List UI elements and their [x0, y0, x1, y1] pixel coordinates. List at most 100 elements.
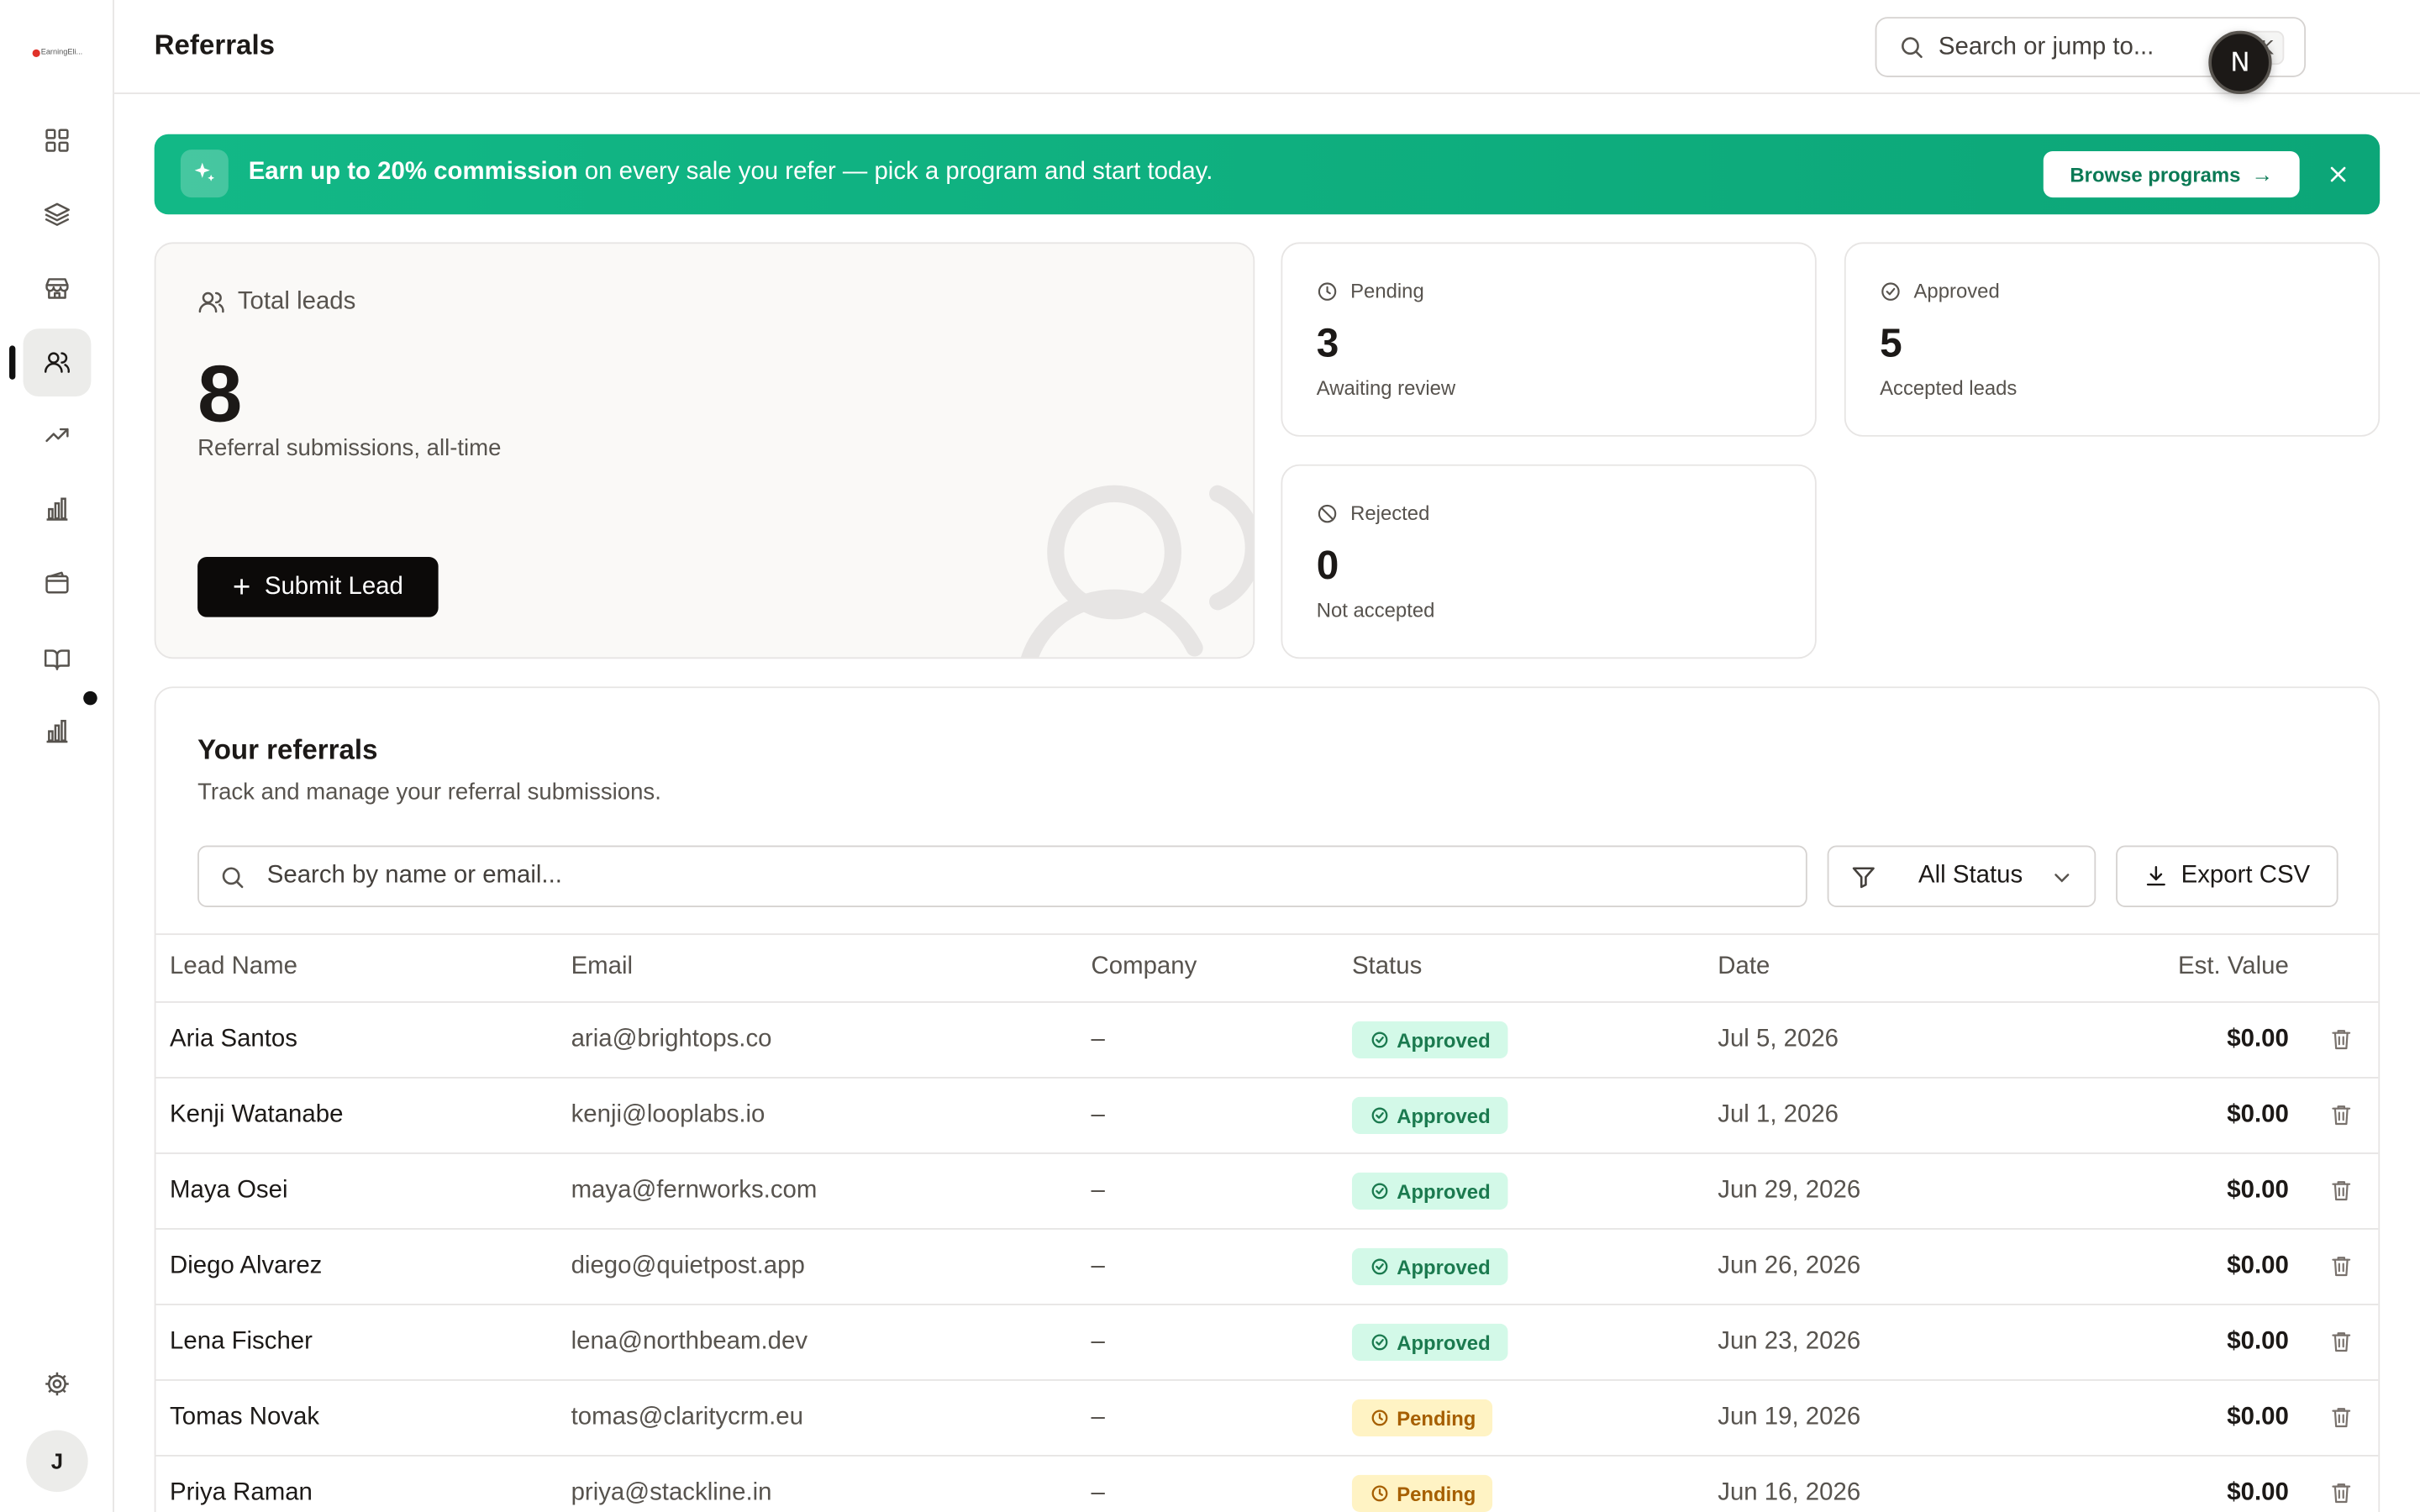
check-circle-icon — [1881, 281, 1900, 300]
status-badge-label: Approved — [1397, 1255, 1491, 1278]
trash-icon[interactable] — [2329, 1404, 2354, 1430]
sidebar-item-docs[interactable] — [24, 625, 92, 693]
check-circle-icon — [1371, 1032, 1388, 1048]
pending-label: Pending — [1317, 279, 1424, 302]
search-icon — [1902, 37, 1923, 59]
status-badge-label: Approved — [1397, 1331, 1491, 1354]
banner-message: Earn up to 20% commission on every sale … — [249, 159, 1213, 186]
status-filter-select[interactable]: All Status — [1827, 845, 2096, 907]
lead-company: – — [1091, 1177, 1105, 1204]
lead-est-value: $0.00 — [2227, 1026, 2289, 1053]
total-leads-card: Total leads 8 Referral submissions, all-… — [154, 242, 1255, 659]
total-leads-value: 8 — [197, 349, 243, 440]
lead-name: Maya Osei — [170, 1177, 288, 1204]
table-row[interactable]: Aria Santos aria@brightops.co – Approved Jul… — [155, 1003, 2379, 1079]
lead-company: – — [1091, 1101, 1105, 1128]
store-icon — [45, 278, 69, 299]
table-row[interactable]: Tomas Novak tomas@claritycrm.eu – Pending Ju… — [155, 1381, 2379, 1457]
pending-subtitle: Awaiting review — [1316, 376, 1456, 400]
column-header-date[interactable]: Date — [1718, 953, 1770, 981]
browse-programs-button[interactable]: Browse programs → — [2043, 150, 2300, 198]
status-badge: Approved — [1351, 1096, 1507, 1134]
brand-logo[interactable]: EarningEli... — [22, 37, 92, 68]
trash-icon[interactable] — [2329, 1177, 2354, 1203]
table-row[interactable]: Kenji Watanabe kenji@looplabs.io – Approved… — [155, 1079, 2379, 1154]
check-circle-icon — [1371, 1258, 1388, 1275]
table-row[interactable]: Diego Alvarez diego@quietpost.app – Approve… — [155, 1230, 2379, 1305]
lead-company: – — [1091, 1252, 1105, 1279]
account-avatar[interactable]: N — [2208, 30, 2272, 95]
trash-icon[interactable] — [2329, 1479, 2354, 1505]
status-badge: Approved — [1351, 1323, 1507, 1361]
page-title: Referrals — [154, 29, 276, 60]
referral-search-placeholder: Search by name or email... — [266, 862, 562, 889]
column-header-est-value[interactable]: Est. Value — [2178, 953, 2289, 981]
column-header-company[interactable]: Company — [1092, 953, 1197, 981]
user-avatar[interactable]: J — [26, 1430, 88, 1493]
sidebar-item-store[interactable] — [24, 255, 92, 323]
rejected-value: 0 — [1316, 541, 1339, 588]
users-watermark-icon — [1020, 485, 1254, 658]
wallet-icon — [45, 571, 69, 594]
status-badge: Approved — [1351, 1172, 1507, 1210]
lead-date: Jun 29, 2026 — [1718, 1177, 1861, 1204]
trash-icon[interactable] — [2329, 1328, 2354, 1354]
table-header: Lead Name Email Company Status Date Est.… — [155, 933, 2379, 1003]
promo-banner: Earn up to 20% commission on every sale … — [154, 134, 2381, 215]
lead-email: maya@fernworks.com — [571, 1177, 818, 1204]
status-badge-label: Approved — [1397, 1179, 1491, 1203]
column-header-status[interactable]: Status — [1352, 953, 1422, 981]
column-header-email[interactable]: Email — [571, 953, 633, 981]
active-indicator — [9, 345, 16, 380]
lead-date: Jun 16, 2026 — [1718, 1479, 1861, 1506]
sidebar-item-layers[interactable] — [24, 181, 92, 249]
lead-company: – — [1091, 1026, 1105, 1053]
sidebar-item-reports[interactable] — [24, 697, 92, 765]
trending-up-icon — [45, 428, 69, 443]
lead-name: Tomas Novak — [170, 1404, 320, 1431]
approved-label: Approved — [1880, 279, 2000, 302]
filter-icon — [1852, 867, 1875, 889]
lead-company: – — [1091, 1479, 1105, 1506]
sidebar-item-wallet[interactable] — [24, 549, 92, 617]
rejected-card: Rejected 0 Not accepted — [1281, 464, 1817, 659]
rejected-label: Rejected — [1317, 501, 1429, 524]
sidebar-item-analytics[interactable] — [24, 475, 92, 543]
trash-icon[interactable] — [2329, 1101, 2354, 1127]
status-badge-label: Pending — [1397, 1482, 1476, 1505]
close-icon[interactable] — [2321, 157, 2354, 191]
pending-value: 3 — [1316, 319, 1339, 366]
sidebar-item-referrals[interactable] — [23, 328, 92, 397]
check-circle-icon — [1371, 1334, 1388, 1351]
submit-lead-button[interactable]: + Submit Lead — [197, 557, 439, 617]
column-header-lead-name[interactable]: Lead Name — [170, 953, 297, 981]
table-row[interactable]: Lena Fischer lena@northbeam.dev – Approved J… — [155, 1305, 2379, 1381]
status-badge-label: Pending — [1397, 1406, 1476, 1430]
approved-title: Approved — [1913, 279, 2000, 302]
status-badge: Pending — [1351, 1399, 1493, 1436]
sidebar-item-settings[interactable] — [24, 1350, 92, 1418]
lead-est-value: $0.00 — [2227, 1252, 2289, 1279]
arrow-right-icon: → — [2251, 161, 2274, 187]
lead-est-value: $0.00 — [2227, 1328, 2289, 1355]
clock-icon — [1371, 1485, 1388, 1502]
lead-est-value: $0.00 — [2227, 1101, 2289, 1128]
status-badge-label: Approved — [1397, 1104, 1491, 1127]
sidebar-item-dashboard[interactable] — [24, 107, 92, 175]
trash-icon[interactable] — [2329, 1252, 2354, 1278]
sidebar-item-trending[interactable] — [24, 402, 92, 470]
table-row[interactable]: Maya Osei maya@fernworks.com – Approved Jun … — [155, 1154, 2379, 1230]
referrals-table: Lead Name Email Company Status Date Est.… — [155, 933, 2379, 1512]
table-row[interactable]: Priya Raman priya@stackline.in – Pending Jun… — [156, 1457, 2379, 1512]
referral-search-input[interactable]: Search by name or email... — [197, 845, 1807, 907]
gear-icon — [45, 1372, 69, 1396]
lead-name: Lena Fischer — [170, 1328, 313, 1355]
lead-est-value: $0.00 — [2227, 1177, 2289, 1204]
trash-icon[interactable] — [2329, 1026, 2354, 1052]
approved-subtitle: Accepted leads — [1880, 376, 2018, 400]
export-csv-button[interactable]: Export CSV — [2116, 845, 2338, 907]
total-leads-title: Total leads — [237, 288, 356, 315]
lead-date: Jun 19, 2026 — [1718, 1404, 1861, 1431]
browse-programs-label: Browse programs — [2070, 162, 2241, 186]
sparkle-icon — [180, 150, 229, 198]
